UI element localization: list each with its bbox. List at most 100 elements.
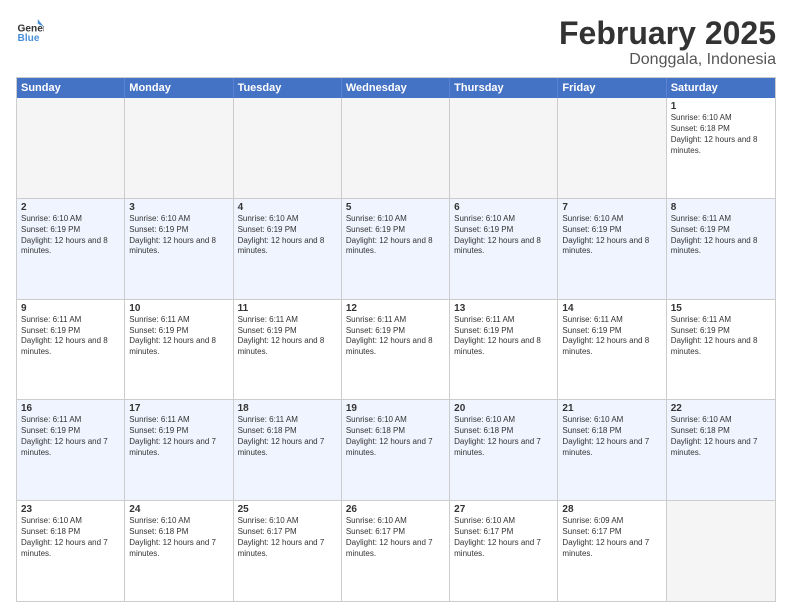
day-cell-25: 25Sunrise: 6:10 AM Sunset: 6:17 PM Dayli…: [234, 501, 342, 601]
day-number-13: 13: [454, 303, 553, 314]
day-info-6: Sunrise: 6:10 AM Sunset: 6:19 PM Dayligh…: [454, 214, 553, 257]
day-info-15: Sunrise: 6:11 AM Sunset: 6:19 PM Dayligh…: [671, 315, 771, 358]
calendar-week-3: 9Sunrise: 6:11 AM Sunset: 6:19 PM Daylig…: [17, 299, 775, 400]
day-info-23: Sunrise: 6:10 AM Sunset: 6:18 PM Dayligh…: [21, 516, 120, 559]
day-number-6: 6: [454, 202, 553, 213]
empty-cell-r0c3: [342, 98, 450, 198]
day-number-18: 18: [238, 403, 337, 414]
day-info-2: Sunrise: 6:10 AM Sunset: 6:19 PM Dayligh…: [21, 214, 120, 257]
header-monday: Monday: [125, 78, 233, 98]
day-info-1: Sunrise: 6:10 AM Sunset: 6:18 PM Dayligh…: [671, 113, 771, 156]
day-number-15: 15: [671, 303, 771, 314]
day-info-12: Sunrise: 6:11 AM Sunset: 6:19 PM Dayligh…: [346, 315, 445, 358]
day-number-10: 10: [129, 303, 228, 314]
day-info-8: Sunrise: 6:11 AM Sunset: 6:19 PM Dayligh…: [671, 214, 771, 257]
day-info-20: Sunrise: 6:10 AM Sunset: 6:18 PM Dayligh…: [454, 415, 553, 458]
day-info-22: Sunrise: 6:10 AM Sunset: 6:18 PM Dayligh…: [671, 415, 771, 458]
calendar-week-5: 23Sunrise: 6:10 AM Sunset: 6:18 PM Dayli…: [17, 500, 775, 601]
day-info-9: Sunrise: 6:11 AM Sunset: 6:19 PM Dayligh…: [21, 315, 120, 358]
day-number-21: 21: [562, 403, 661, 414]
day-cell-15: 15Sunrise: 6:11 AM Sunset: 6:19 PM Dayli…: [667, 300, 775, 400]
day-cell-16: 16Sunrise: 6:11 AM Sunset: 6:19 PM Dayli…: [17, 400, 125, 500]
day-number-5: 5: [346, 202, 445, 213]
day-cell-26: 26Sunrise: 6:10 AM Sunset: 6:17 PM Dayli…: [342, 501, 450, 601]
day-cell-28: 28Sunrise: 6:09 AM Sunset: 6:17 PM Dayli…: [558, 501, 666, 601]
day-cell-7: 7Sunrise: 6:10 AM Sunset: 6:19 PM Daylig…: [558, 199, 666, 299]
calendar-week-4: 16Sunrise: 6:11 AM Sunset: 6:19 PM Dayli…: [17, 399, 775, 500]
day-cell-17: 17Sunrise: 6:11 AM Sunset: 6:19 PM Dayli…: [125, 400, 233, 500]
day-cell-11: 11Sunrise: 6:11 AM Sunset: 6:19 PM Dayli…: [234, 300, 342, 400]
day-cell-9: 9Sunrise: 6:11 AM Sunset: 6:19 PM Daylig…: [17, 300, 125, 400]
day-info-24: Sunrise: 6:10 AM Sunset: 6:18 PM Dayligh…: [129, 516, 228, 559]
day-number-11: 11: [238, 303, 337, 314]
day-info-7: Sunrise: 6:10 AM Sunset: 6:19 PM Dayligh…: [562, 214, 661, 257]
day-number-22: 22: [671, 403, 771, 414]
day-info-16: Sunrise: 6:11 AM Sunset: 6:19 PM Dayligh…: [21, 415, 120, 458]
day-number-28: 28: [562, 504, 661, 515]
calendar-week-2: 2Sunrise: 6:10 AM Sunset: 6:19 PM Daylig…: [17, 198, 775, 299]
day-cell-27: 27Sunrise: 6:10 AM Sunset: 6:17 PM Dayli…: [450, 501, 558, 601]
day-cell-2: 2Sunrise: 6:10 AM Sunset: 6:19 PM Daylig…: [17, 199, 125, 299]
day-number-19: 19: [346, 403, 445, 414]
day-number-3: 3: [129, 202, 228, 213]
day-cell-14: 14Sunrise: 6:11 AM Sunset: 6:19 PM Dayli…: [558, 300, 666, 400]
logo: General Blue: [16, 16, 44, 44]
header-saturday: Saturday: [667, 78, 775, 98]
day-number-23: 23: [21, 504, 120, 515]
day-number-1: 1: [671, 101, 771, 112]
header-wednesday: Wednesday: [342, 78, 450, 98]
header: General Blue February 2025 Donggala, Ind…: [16, 16, 776, 69]
calendar-week-1: 1Sunrise: 6:10 AM Sunset: 6:18 PM Daylig…: [17, 98, 775, 198]
empty-cell-r0c2: [234, 98, 342, 198]
day-info-19: Sunrise: 6:10 AM Sunset: 6:18 PM Dayligh…: [346, 415, 445, 458]
day-info-27: Sunrise: 6:10 AM Sunset: 6:17 PM Dayligh…: [454, 516, 553, 559]
day-number-4: 4: [238, 202, 337, 213]
day-cell-20: 20Sunrise: 6:10 AM Sunset: 6:18 PM Dayli…: [450, 400, 558, 500]
day-info-26: Sunrise: 6:10 AM Sunset: 6:17 PM Dayligh…: [346, 516, 445, 559]
day-cell-22: 22Sunrise: 6:10 AM Sunset: 6:18 PM Dayli…: [667, 400, 775, 500]
day-info-10: Sunrise: 6:11 AM Sunset: 6:19 PM Dayligh…: [129, 315, 228, 358]
day-info-18: Sunrise: 6:11 AM Sunset: 6:18 PM Dayligh…: [238, 415, 337, 458]
calendar-body: 1Sunrise: 6:10 AM Sunset: 6:18 PM Daylig…: [17, 98, 775, 601]
day-info-13: Sunrise: 6:11 AM Sunset: 6:19 PM Dayligh…: [454, 315, 553, 358]
day-number-12: 12: [346, 303, 445, 314]
day-cell-13: 13Sunrise: 6:11 AM Sunset: 6:19 PM Dayli…: [450, 300, 558, 400]
day-number-24: 24: [129, 504, 228, 515]
day-cell-5: 5Sunrise: 6:10 AM Sunset: 6:19 PM Daylig…: [342, 199, 450, 299]
empty-cell-r0c1: [125, 98, 233, 198]
day-cell-8: 8Sunrise: 6:11 AM Sunset: 6:19 PM Daylig…: [667, 199, 775, 299]
header-thursday: Thursday: [450, 78, 558, 98]
day-info-17: Sunrise: 6:11 AM Sunset: 6:19 PM Dayligh…: [129, 415, 228, 458]
day-number-20: 20: [454, 403, 553, 414]
day-number-14: 14: [562, 303, 661, 314]
day-info-4: Sunrise: 6:10 AM Sunset: 6:19 PM Dayligh…: [238, 214, 337, 257]
day-info-11: Sunrise: 6:11 AM Sunset: 6:19 PM Dayligh…: [238, 315, 337, 358]
day-number-26: 26: [346, 504, 445, 515]
title-block: February 2025 Donggala, Indonesia: [559, 16, 776, 69]
day-number-8: 8: [671, 202, 771, 213]
month-title: February 2025: [559, 16, 776, 51]
day-info-5: Sunrise: 6:10 AM Sunset: 6:19 PM Dayligh…: [346, 214, 445, 257]
svg-text:Blue: Blue: [18, 33, 40, 44]
day-number-7: 7: [562, 202, 661, 213]
day-number-25: 25: [238, 504, 337, 515]
day-info-25: Sunrise: 6:10 AM Sunset: 6:17 PM Dayligh…: [238, 516, 337, 559]
day-cell-6: 6Sunrise: 6:10 AM Sunset: 6:19 PM Daylig…: [450, 199, 558, 299]
calendar: Sunday Monday Tuesday Wednesday Thursday…: [16, 77, 776, 602]
day-info-28: Sunrise: 6:09 AM Sunset: 6:17 PM Dayligh…: [562, 516, 661, 559]
day-cell-24: 24Sunrise: 6:10 AM Sunset: 6:18 PM Dayli…: [125, 501, 233, 601]
empty-cell-r0c4: [450, 98, 558, 198]
day-cell-18: 18Sunrise: 6:11 AM Sunset: 6:18 PM Dayli…: [234, 400, 342, 500]
day-number-17: 17: [129, 403, 228, 414]
day-cell-19: 19Sunrise: 6:10 AM Sunset: 6:18 PM Dayli…: [342, 400, 450, 500]
day-info-14: Sunrise: 6:11 AM Sunset: 6:19 PM Dayligh…: [562, 315, 661, 358]
day-cell-4: 4Sunrise: 6:10 AM Sunset: 6:19 PM Daylig…: [234, 199, 342, 299]
empty-cell-r4c6: [667, 501, 775, 601]
day-cell-3: 3Sunrise: 6:10 AM Sunset: 6:19 PM Daylig…: [125, 199, 233, 299]
day-info-3: Sunrise: 6:10 AM Sunset: 6:19 PM Dayligh…: [129, 214, 228, 257]
day-cell-23: 23Sunrise: 6:10 AM Sunset: 6:18 PM Dayli…: [17, 501, 125, 601]
day-cell-1: 1Sunrise: 6:10 AM Sunset: 6:18 PM Daylig…: [667, 98, 775, 198]
header-friday: Friday: [558, 78, 666, 98]
empty-cell-r0c5: [558, 98, 666, 198]
empty-cell-r0c0: [17, 98, 125, 198]
